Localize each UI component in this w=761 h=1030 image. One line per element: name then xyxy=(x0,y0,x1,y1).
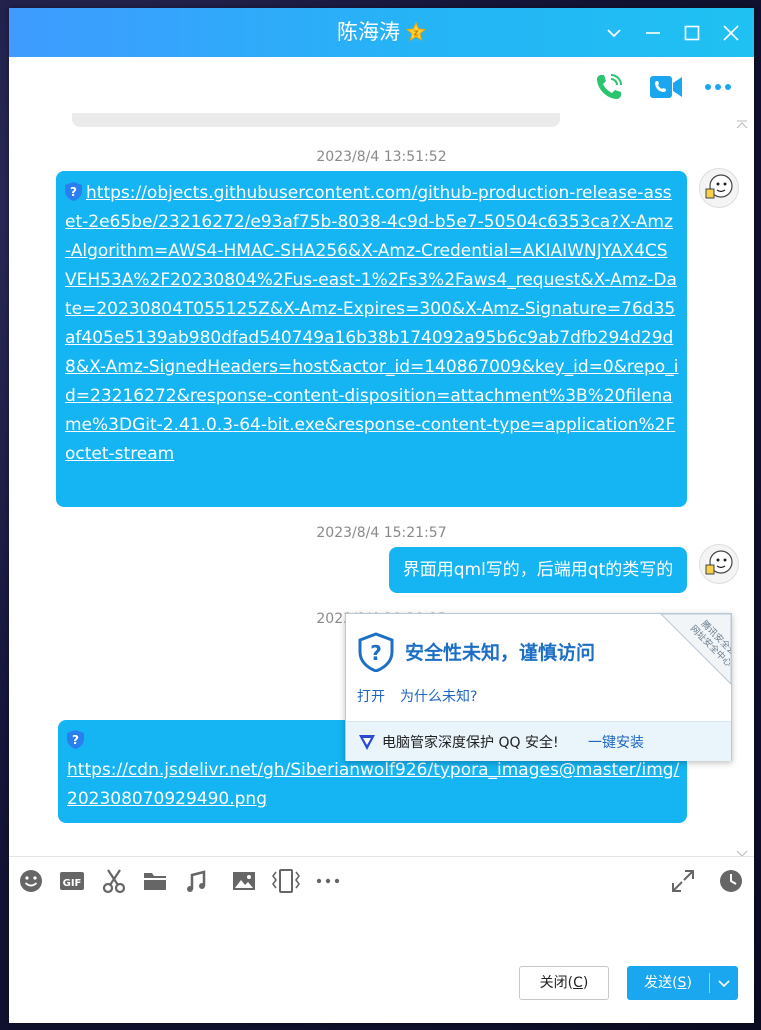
security-popup-footer: 电脑管家深度保护 QQ 安全! 一键安装 xyxy=(346,721,731,761)
unknown-link-icon: ? xyxy=(67,730,84,749)
svg-text:?: ? xyxy=(72,733,79,747)
vip-star-icon[interactable]: Z xyxy=(405,21,427,49)
call-bar xyxy=(9,57,754,113)
expand-icon[interactable] xyxy=(669,867,697,895)
video-icon[interactable] xyxy=(649,72,683,102)
scissors-icon[interactable] xyxy=(100,867,128,895)
clock-icon[interactable] xyxy=(717,867,745,895)
unknown-link-icon: ? xyxy=(65,182,82,201)
security-warning-popup[interactable]: ? 安全性未知，谨慎访问 打开 为什么未知? 腾讯安全云 网址安全中心 电脑管家… xyxy=(345,613,732,761)
close-button-label: 关闭( xyxy=(539,975,574,991)
send-button-divider xyxy=(709,973,710,993)
send-button-text-end: ) xyxy=(686,975,692,991)
title-bar: 陈海涛 Z xyxy=(9,8,754,57)
close-button-label-end: ) xyxy=(582,975,589,991)
text-message-bubble[interactable]: 界面用qml写的，后端用qt的类写的 xyxy=(389,547,687,593)
message-text: 界面用qml写的，后端用qt的类写的 xyxy=(402,560,674,580)
folder-icon[interactable] xyxy=(141,867,169,895)
svg-text:Z: Z xyxy=(413,30,418,38)
emoji-icon[interactable] xyxy=(17,867,45,895)
send-button[interactable]: 发送(S) xyxy=(627,966,738,1000)
avatar[interactable] xyxy=(699,168,739,208)
phone-icon[interactable] xyxy=(593,71,625,103)
link-message-content: ? https://objects.githubusercontent.com/… xyxy=(65,179,679,469)
scroll-up-icon[interactable] xyxy=(736,115,748,134)
shake-icon[interactable] xyxy=(271,867,300,895)
message-timestamp: 2023/8/4 15:21:57 xyxy=(316,525,447,541)
previous-message-bubble[interactable] xyxy=(72,113,560,127)
more-tools-icon[interactable] xyxy=(314,867,342,895)
pc-manager-icon xyxy=(357,732,377,752)
send-options-chevron-icon[interactable] xyxy=(711,971,737,995)
input-toolbar: GIF xyxy=(9,856,754,905)
one-click-install-link[interactable]: 一键安装 xyxy=(588,732,644,752)
security-popup-title: 安全性未知，谨慎访问 xyxy=(405,642,596,664)
chat-window: 陈海涛 Z 2023/8/4 13:51:52 ? https://object… xyxy=(9,8,754,1023)
close-button[interactable]: 关闭(C) xyxy=(519,966,609,1000)
send-button-text: 发送( xyxy=(644,975,678,991)
contact-name-text[interactable]: 陈海涛 xyxy=(337,20,400,44)
minimize-icon[interactable] xyxy=(641,21,665,45)
svg-text:?: ? xyxy=(70,185,77,199)
maximize-icon[interactable] xyxy=(680,21,704,45)
why-unknown-link[interactable]: 为什么未知? xyxy=(400,686,477,706)
message-timestamp: 2023/8/4 13:51:52 xyxy=(316,149,447,165)
close-button-hotkey: C xyxy=(573,975,583,991)
avatar[interactable] xyxy=(699,544,739,584)
gif-icon[interactable]: GIF xyxy=(58,867,86,895)
more-icon[interactable] xyxy=(703,77,735,97)
open-link[interactable]: 打开 xyxy=(357,686,385,706)
image-icon[interactable] xyxy=(230,867,258,895)
shield-question-icon: ? xyxy=(357,632,395,673)
send-button-label: 发送(S) xyxy=(627,966,709,1000)
svg-text:?: ? xyxy=(370,641,382,665)
music-icon[interactable] xyxy=(183,867,211,895)
svg-text:GIF: GIF xyxy=(63,878,82,889)
dropdown-icon[interactable] xyxy=(602,21,626,45)
security-footer-text: 电脑管家深度保护 QQ 安全! xyxy=(382,735,559,751)
link-message-bubble[interactable]: ? https://objects.githubusercontent.com/… xyxy=(56,171,687,507)
message-link[interactable]: https://objects.githubusercontent.com/gi… xyxy=(65,183,678,464)
close-icon[interactable] xyxy=(719,21,743,45)
message-input[interactable]: 关闭(C) 发送(S) xyxy=(9,904,754,1023)
message-link[interactable]: https://cdn.jsdelivr.net/gh/Siberianwolf… xyxy=(67,760,679,809)
security-center-corner-badge: 腾讯安全云 网址安全中心 xyxy=(653,614,731,692)
